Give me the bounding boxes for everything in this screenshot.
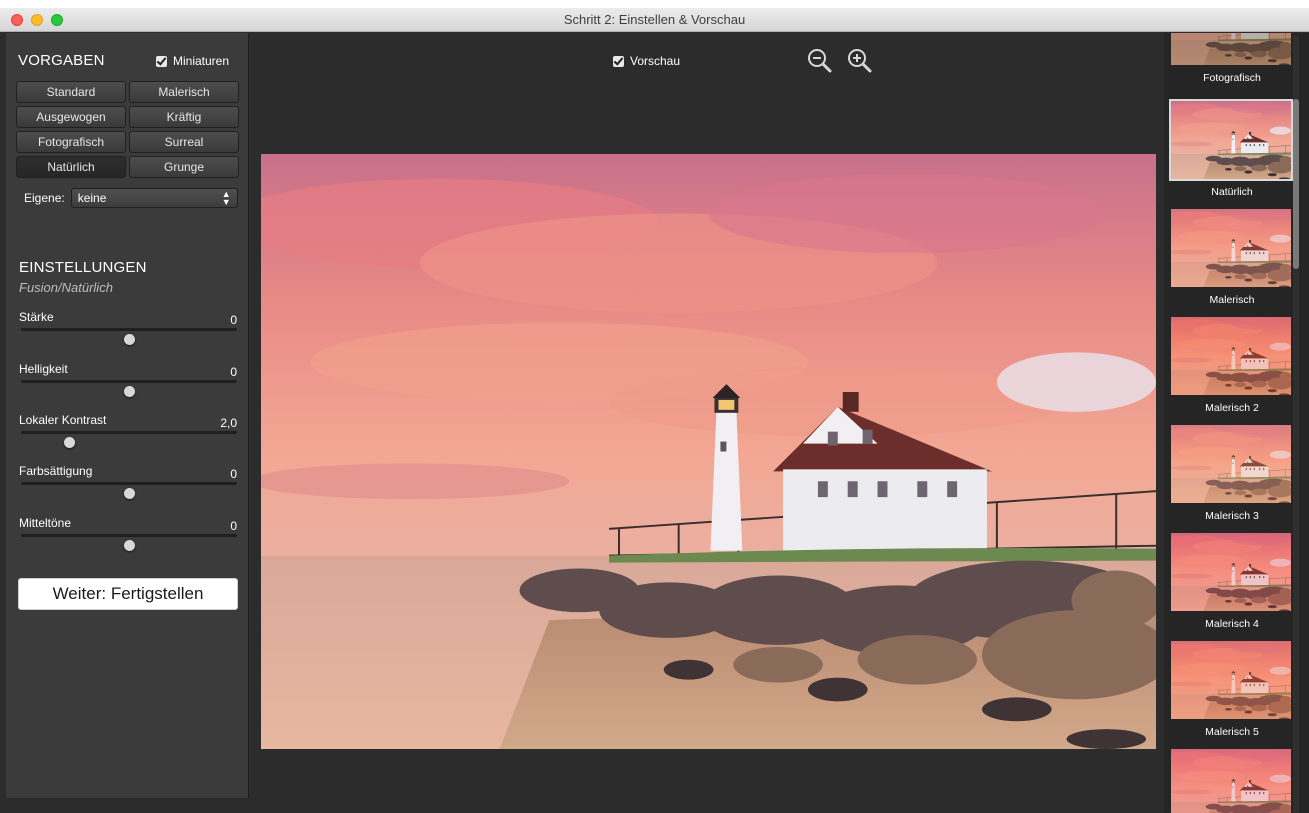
preset-surreal-button[interactable]: Surreal [129, 131, 239, 153]
preview-label: Vorschau [630, 54, 681, 68]
thumbnail-malerisch-2[interactable]: Malerisch 2 [1171, 317, 1293, 414]
slider-value: 0 [230, 365, 237, 379]
slider-track[interactable] [21, 380, 237, 383]
thumbnail-scrollbar[interactable] [1293, 36, 1299, 813]
slider-lokaler-kontrast: Lokaler Kontrast 2,0 [19, 413, 237, 457]
zoom-in-icon[interactable] [846, 47, 874, 75]
thumbnail-image [1171, 425, 1291, 503]
slider-helligkeit: Helligkeit 0 [19, 362, 237, 406]
custom-preset-value: keine [77, 191, 107, 205]
preview-toggle[interactable]: Vorschau [613, 54, 680, 68]
preset-buttons: Standard Malerisch Ausgewogen Kräftig Fo… [16, 81, 239, 178]
thumbnail-malerisch-4[interactable]: Malerisch 4 [1171, 533, 1293, 630]
slider-track[interactable] [21, 431, 237, 434]
settings-panel: VORGABEN Miniaturen Standard Malerisch A… [6, 33, 249, 798]
thumbnails-checkbox[interactable] [156, 55, 167, 67]
preset-natuerlich-button[interactable]: Natürlich [16, 156, 126, 178]
thumbnail-image [1171, 749, 1291, 813]
thumbnail-label: Fotografisch [1203, 72, 1261, 84]
slider-value: 0 [230, 467, 237, 481]
thumbnail-malerisch[interactable]: Malerisch [1171, 209, 1293, 306]
preview-checkbox[interactable] [613, 55, 624, 67]
slider-knob[interactable] [124, 334, 135, 345]
preset-kraeftig-button[interactable]: Kräftig [129, 106, 239, 128]
thumbnail-fotografisch[interactable]: Fotografisch [1171, 33, 1293, 84]
slider-track[interactable] [21, 328, 237, 331]
thumbnail-malerisch-5[interactable]: Malerisch 5 [1171, 641, 1293, 738]
preview-image[interactable] [261, 154, 1156, 749]
thumbnail-label: Malerisch 4 [1205, 618, 1259, 630]
thumbnail-image [1171, 533, 1291, 611]
slider-mitteltoene: Mitteltöne 0 [19, 516, 237, 560]
slider-value: 0 [230, 519, 237, 533]
thumbnail-label: Malerisch [1209, 294, 1255, 306]
next-finish-button[interactable]: Weiter: Fertigstellen [18, 578, 238, 610]
slider-knob[interactable] [63, 437, 75, 448]
presets-heading: VORGABEN [18, 52, 105, 69]
preset-malerisch-button[interactable]: Malerisch [129, 81, 239, 103]
slider-value: 2,0 [220, 416, 237, 430]
slider-label: Farbsättigung [19, 464, 93, 478]
thumbnails-label: Miniaturen [173, 54, 230, 68]
slider-staerke: Stärke 0 [19, 310, 237, 354]
thumbnail-image [1171, 317, 1291, 395]
select-arrows-icon: ▲ ▼ [221, 189, 231, 207]
slider-knob[interactable] [124, 386, 135, 397]
slider-farbsaettigung: Farbsättigung 0 [19, 464, 237, 508]
thumbnails-toggle[interactable]: Miniaturen [156, 54, 229, 68]
thumbnail-label: Malerisch 2 [1205, 402, 1259, 414]
thumbnail-malerisch-6[interactable] [1171, 749, 1293, 813]
app-window: Schritt 2: Einstellen & Vorschau VORGABE… [0, 8, 1309, 813]
thumbnail-image [1171, 641, 1291, 719]
preset-standard-button[interactable]: Standard [16, 81, 126, 103]
custom-preset-select[interactable]: keine ▲ ▼ [70, 188, 238, 208]
thumbnail-image [1171, 209, 1291, 287]
preset-ausgewogen-button[interactable]: Ausgewogen [16, 106, 126, 128]
slider-label: Lokaler Kontrast [19, 413, 107, 427]
settings-heading: EINSTELLUNGEN [19, 259, 147, 276]
slider-label: Mitteltöne [19, 516, 72, 530]
slider-track[interactable] [21, 482, 237, 485]
slider-label: Stärke [19, 310, 54, 324]
settings-subtitle: Fusion/Natürlich [19, 280, 113, 295]
scrollbar-thumb[interactable] [1293, 99, 1299, 269]
thumbnail-label: Natürlich [1211, 186, 1253, 198]
slider-knob[interactable] [124, 488, 135, 499]
slider-value: 0 [230, 313, 237, 327]
custom-preset-row: Eigene: keine ▲ ▼ [24, 188, 238, 208]
zoom-out-icon[interactable] [806, 47, 834, 75]
thumbnail-strip: Fotografisch Natürlich Malerisch Maleris… [1164, 33, 1309, 813]
thumbnail-label: Malerisch 3 [1205, 510, 1259, 522]
thumbnail-image [1171, 33, 1291, 65]
window-title: Schritt 2: Einstellen & Vorschau [563, 12, 746, 27]
slider-track[interactable] [21, 534, 237, 537]
slider-label: Helligkeit [19, 362, 68, 376]
preset-fotografisch-button[interactable]: Fotografisch [16, 131, 126, 153]
thumbnail-natuerlich[interactable]: Natürlich [1169, 99, 1293, 198]
preset-grunge-button[interactable]: Grunge [129, 156, 239, 178]
thumbnail-malerisch-3[interactable]: Malerisch 3 [1171, 425, 1293, 522]
title-bar: Schritt 2: Einstellen & Vorschau [0, 8, 1309, 32]
thumbnail-image [1169, 99, 1293, 181]
slider-knob[interactable] [124, 540, 135, 551]
custom-preset-label: Eigene: [24, 191, 65, 205]
thumbnail-label: Malerisch 5 [1205, 726, 1259, 738]
